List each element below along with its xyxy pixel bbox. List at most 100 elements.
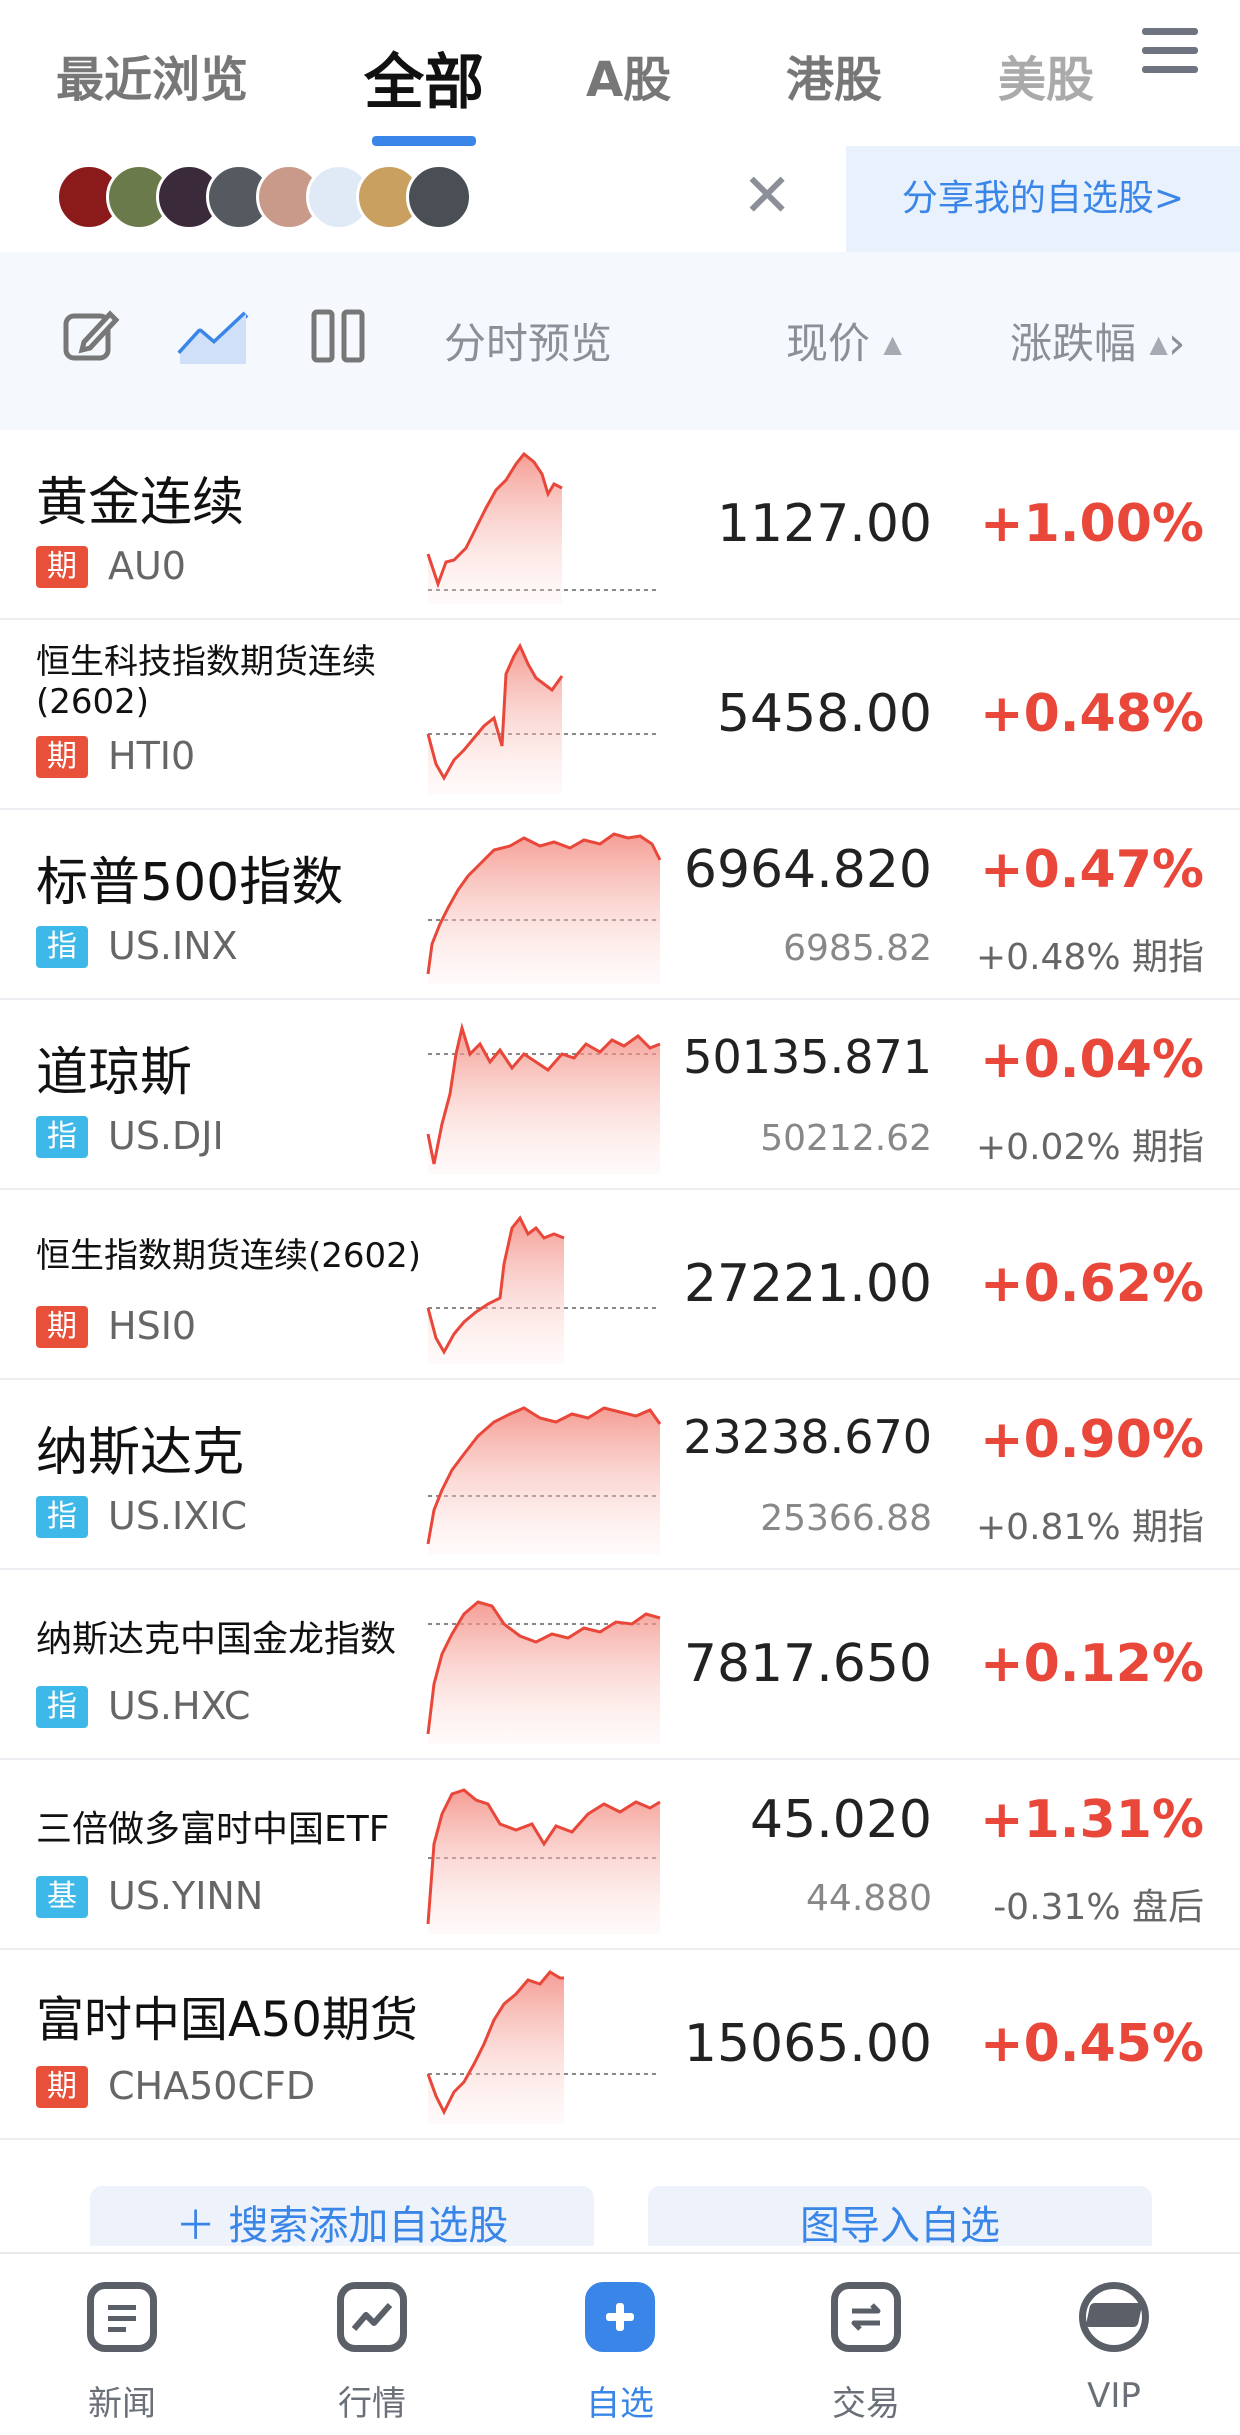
- nav-label: 新闻: [88, 2384, 156, 2424]
- index-badge: 指: [36, 1686, 88, 1728]
- quote-name: 恒生科技指数期货连续(2602): [36, 642, 376, 722]
- quote-row-us-yinn[interactable]: 三倍做多富时中国ETF 基 US.YINN 45.020 +1.31% 44.8…: [0, 1760, 1240, 1950]
- last-price: 50135.871: [683, 1030, 932, 1084]
- intraday-sparkline: [426, 832, 662, 984]
- futures-change: +0.81% 期指: [976, 1507, 1204, 1548]
- quote-code: US.YINN: [108, 1874, 264, 1918]
- quote-code: US.HXC: [108, 1684, 251, 1728]
- quote-row-au0[interactable]: 黄金连续 期 AU0 1127.00 +1.00%: [0, 430, 1240, 620]
- quote-row-hsi0[interactable]: 恒生指数期货连续(2602) 期 HSI0 27221.00 +0.62%: [0, 1190, 1240, 1380]
- nav-label: 行情: [338, 2384, 406, 2424]
- index-badge: 指: [36, 1496, 88, 1538]
- nav-watchlist[interactable]: 自选: [540, 2282, 700, 2425]
- bottom-nav: 新闻 行情 自选 交易 VIP: [0, 2252, 1240, 2435]
- last-price: 5458.00: [716, 684, 932, 744]
- avatar: [406, 164, 472, 230]
- quote-code: US.IXIC: [108, 1494, 247, 1538]
- intraday-sparkline: [426, 451, 660, 604]
- quote-row-us-ixic[interactable]: 纳斯达克 指 US.IXIC 23238.670 +0.90% 25366.88…: [0, 1380, 1240, 1570]
- change-percent: +0.04%: [980, 1030, 1204, 1090]
- after-hours-change: -0.31% 盘后: [993, 1887, 1204, 1928]
- quote-name: 纳斯达克中国金龙指数: [36, 1619, 397, 1660]
- intraday-sparkline: [426, 1600, 661, 1744]
- price-column-header[interactable]: 现价 ▲: [786, 310, 902, 371]
- quote-row-us-inx[interactable]: 标普500指数 指 US.INX 6964.820 +0.47% 6985.82…: [0, 810, 1240, 1000]
- quote-code: US.DJI: [108, 1114, 224, 1158]
- quote-code: HTI0: [108, 734, 196, 778]
- quote-name: 三倍做多富时中国ETF: [36, 1809, 390, 1850]
- edit-icon[interactable]: [60, 306, 120, 366]
- close-icon[interactable]: ✕: [742, 166, 792, 226]
- nav-label: VIP: [1087, 2376, 1141, 2416]
- fund-badge: 基: [36, 1876, 88, 1918]
- tab-us-shares[interactable]: 美股: [998, 40, 1094, 110]
- plus-icon: ＋: [175, 2203, 216, 2246]
- intraday-sparkline: [426, 642, 660, 794]
- quote-row-cha50cfd[interactable]: 富时中国A50期货 期 CHA50CFD 15065.00 +0.45%: [0, 1950, 1240, 2140]
- market-tabs: 最近浏览 全部 A股 港股 美股: [0, 0, 1240, 148]
- quote-name: 道琼斯: [36, 1043, 193, 1103]
- nav-vip[interactable]: VIP: [1034, 2282, 1194, 2416]
- search-add-button[interactable]: ＋ 搜索添加自选股: [90, 2186, 594, 2246]
- tab-recent[interactable]: 最近浏览: [56, 40, 248, 110]
- intraday-sparkline: [426, 1788, 661, 1934]
- futures-badge: 期: [36, 2066, 88, 2108]
- change-percent: +1.31%: [980, 1790, 1204, 1850]
- vip-icon: [1079, 2282, 1149, 2352]
- tab-a-shares[interactable]: A股: [586, 40, 671, 110]
- watchlist-add-icon: [585, 2282, 655, 2352]
- market-icon: [337, 2282, 407, 2352]
- news-icon: [87, 2282, 157, 2352]
- menu-icon[interactable]: [1142, 28, 1198, 76]
- nav-trade[interactable]: 交易: [786, 2282, 946, 2425]
- intraday-sparkline: [426, 1406, 662, 1554]
- share-watchlist-button[interactable]: 分享我的自选股>: [846, 146, 1240, 252]
- avatar-group[interactable]: [56, 164, 496, 234]
- futures-badge: 期: [36, 1306, 88, 1348]
- sort-icon: ▲: [1149, 330, 1168, 358]
- list-header: 分时预览 现价 ▲ 涨跌幅 ▲›: [0, 252, 1240, 432]
- quote-name: 纳斯达克: [36, 1423, 245, 1483]
- futures-price: 50212.62: [760, 1118, 932, 1159]
- quote-name: 黄金连续: [36, 473, 245, 533]
- change-column-label: 涨跌幅: [1010, 319, 1137, 368]
- nav-news[interactable]: 新闻: [42, 2282, 202, 2425]
- intraday-sparkline: [426, 1970, 660, 2124]
- quote-name: 标普500指数: [36, 853, 344, 913]
- trade-icon: [831, 2282, 901, 2352]
- sort-icon: ▲: [883, 330, 902, 358]
- last-price: 7817.650: [683, 1634, 932, 1694]
- change-percent: +0.48%: [980, 684, 1204, 744]
- change-percent: +0.45%: [980, 2014, 1204, 2074]
- last-price: 23238.670: [683, 1410, 932, 1464]
- chart-mode-icon[interactable]: [176, 306, 250, 366]
- futures-price: 25366.88: [760, 1498, 932, 1539]
- watchlist: 黄金连续 期 AU0 1127.00 +1.00% 恒生科技指数期货连续(260…: [0, 430, 1240, 2140]
- change-percent: +0.12%: [980, 1634, 1204, 1694]
- change-percent: +1.00%: [980, 494, 1204, 554]
- price-column-label: 现价: [786, 319, 871, 368]
- change-column-header[interactable]: 涨跌幅 ▲›: [1010, 310, 1185, 371]
- after-hours-price: 44.880: [806, 1878, 932, 1919]
- nav-market[interactable]: 行情: [292, 2282, 452, 2425]
- columns-icon[interactable]: [308, 306, 368, 366]
- preview-column-label: 分时预览: [444, 319, 613, 368]
- chevron-right-icon[interactable]: ›: [1168, 318, 1186, 369]
- watchlist-actions: ＋ 搜索添加自选股 图导入自选: [0, 2186, 1240, 2246]
- last-price: 6964.820: [683, 840, 932, 900]
- quote-name: 富时中国A50期货: [36, 1992, 418, 2048]
- futures-change: +0.48% 期指: [976, 937, 1204, 978]
- tab-all[interactable]: 全部: [364, 34, 484, 121]
- tab-hk-shares[interactable]: 港股: [786, 40, 882, 110]
- index-badge: 指: [36, 1116, 88, 1158]
- quote-row-us-hxc[interactable]: 纳斯达克中国金龙指数 指 US.HXC 7817.650 +0.12%: [0, 1570, 1240, 1760]
- nav-label: 自选: [586, 2384, 654, 2424]
- intraday-sparkline: [426, 1022, 661, 1174]
- last-price: 45.020: [750, 1790, 932, 1850]
- image-import-button[interactable]: 图导入自选: [648, 2186, 1152, 2246]
- quote-row-hti0[interactable]: 恒生科技指数期货连续(2602) 期 HTI0 5458.00 +0.48%: [0, 620, 1240, 810]
- quote-code: CHA50CFD: [108, 2064, 316, 2108]
- last-price: 15065.00: [683, 2014, 932, 2074]
- quote-code: AU0: [108, 544, 186, 588]
- quote-row-us-dji[interactable]: 道琼斯 指 US.DJI 50135.871 +0.04% 50212.62 +…: [0, 1000, 1240, 1190]
